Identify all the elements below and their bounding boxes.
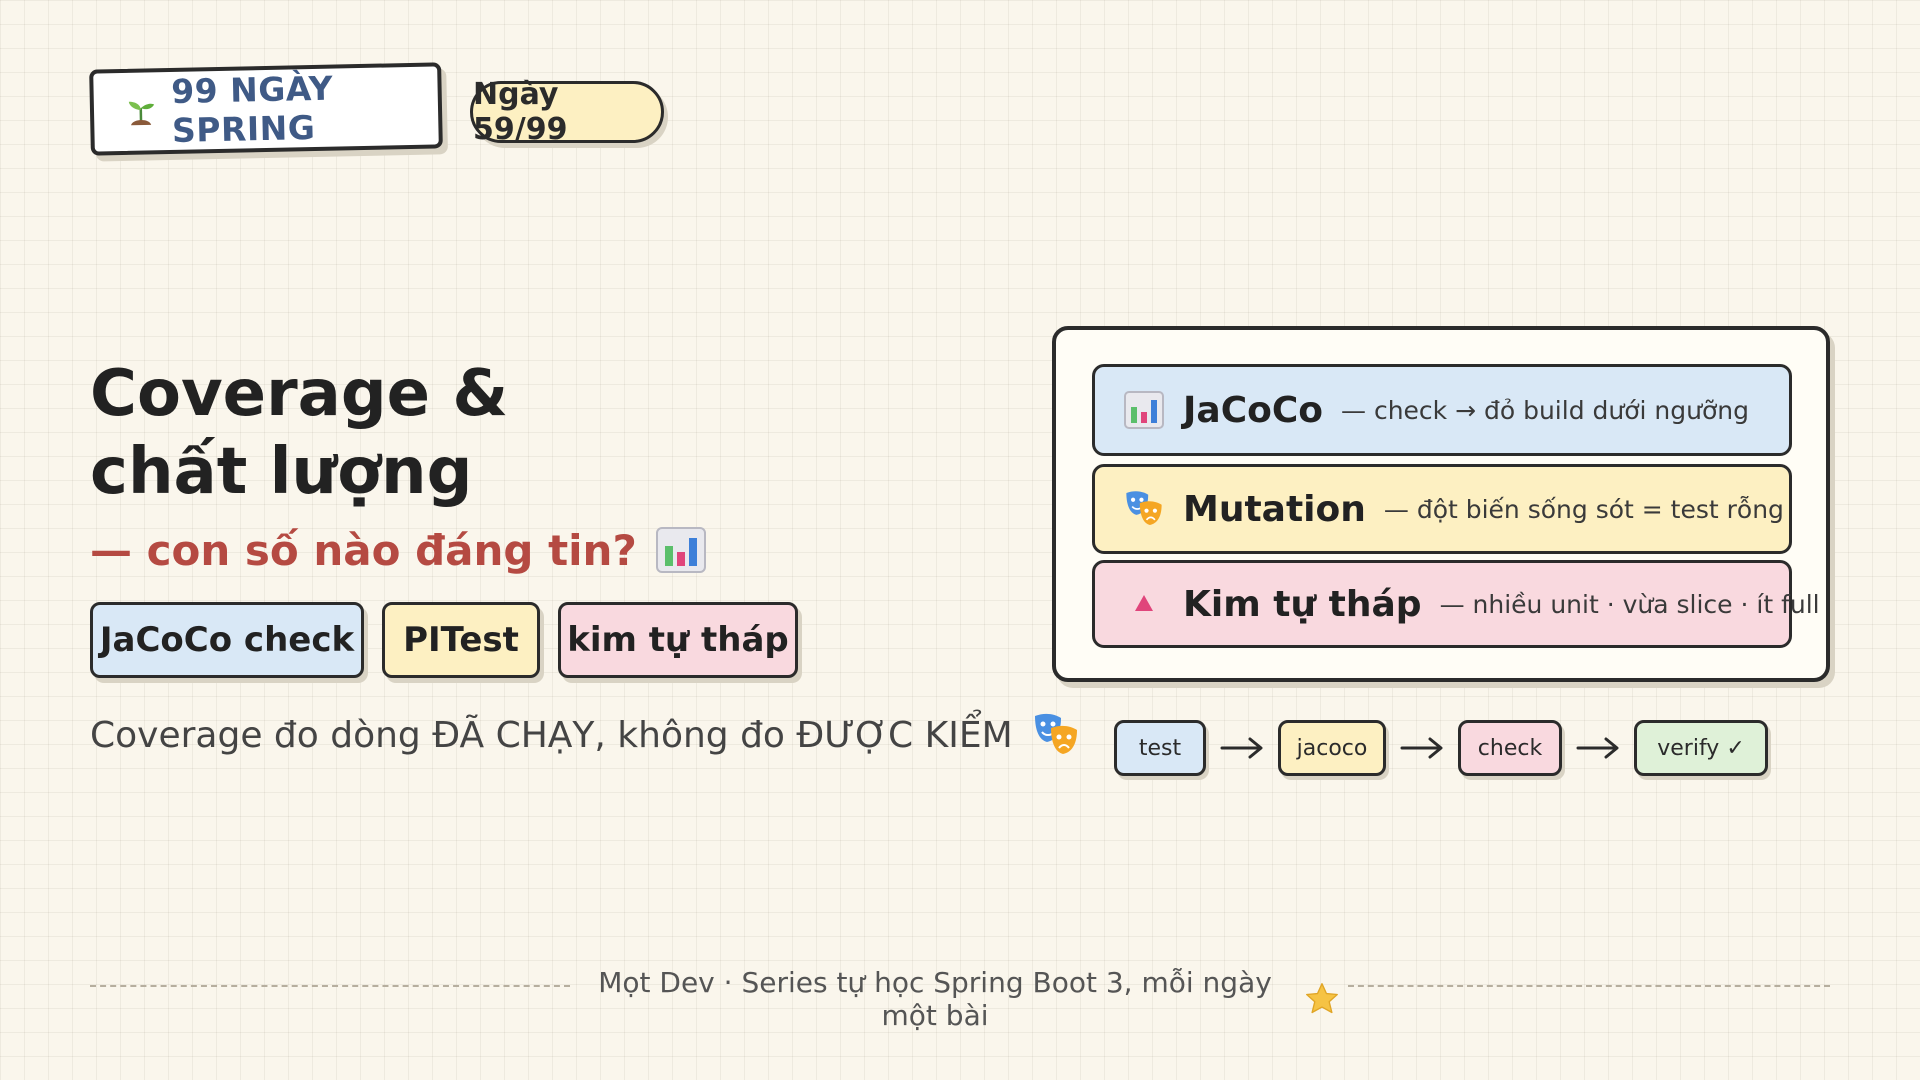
arrow-right-icon: [1220, 737, 1263, 759]
brand-title: 99 NGÀY SPRING: [170, 68, 334, 150]
page-title-line-2: chất lượng: [90, 435, 473, 509]
tag-kim-tu-thap: kim tự tháp: [558, 602, 798, 678]
theater-masks-icon: [1126, 491, 1162, 525]
panel-row-description: — nhiều unit · vừa slice · ít full: [1439, 589, 1820, 619]
pipeline-step-test: test: [1114, 720, 1206, 776]
page-title-line-1: Coverage &: [90, 357, 509, 431]
coverage-note-text: Coverage đo dòng ĐÃ CHẠY, không đo ĐƯỢC …: [90, 714, 1013, 756]
footer-divider-right: [1348, 985, 1830, 987]
pipeline-step-jacoco: jacoco: [1278, 720, 1386, 776]
star-icon: [1306, 983, 1338, 1014]
subtitle-text: — con số nào đáng tin?: [90, 525, 637, 575]
panel-row-title: JaCoCo: [1183, 389, 1323, 431]
bar-chart-icon: [1124, 391, 1164, 429]
tag-jacoco-check: JaCoCo check: [90, 602, 364, 678]
footer: Mọt Dev · Series tự học Spring Boot 3, m…: [580, 966, 1340, 1032]
subtitle: — con số nào đáng tin?: [90, 524, 707, 576]
sprout-icon: [128, 101, 155, 126]
coverage-note: Coverage đo dòng ĐÃ CHẠY, không đo ĐƯỢC …: [90, 710, 1081, 760]
tools-panel: JaCoCo — check → đỏ build dưới ngưỡng Mu…: [1052, 326, 1830, 682]
tag-pitest: PITest: [382, 602, 540, 678]
panel-row-title: Kim tự tháp: [1183, 583, 1422, 625]
panel-row-title: Mutation: [1183, 488, 1366, 530]
bar-chart-icon: [655, 527, 706, 573]
panel-row-mutation: Mutation — đột biến sống sót = test rỗng: [1092, 464, 1792, 554]
panel-row-pyramid: Kim tự tháp — nhiều unit · vừa slice · í…: [1092, 560, 1820, 648]
panel-row-description: — check → đỏ build dưới ngưỡng: [1341, 395, 1749, 425]
arrow-right-icon: [1400, 737, 1443, 759]
theater-masks-icon: [1034, 713, 1077, 754]
arrow-right-icon: [1576, 737, 1619, 759]
pipeline-step-check: check: [1458, 720, 1562, 776]
pink-triangle-icon: [1135, 595, 1153, 611]
footer-text: Mọt Dev · Series tự học Spring Boot 3, m…: [598, 966, 1272, 1032]
panel-row-description: — đột biến sống sót = test rỗng: [1383, 494, 1784, 524]
panel-row-jacoco: JaCoCo — check → đỏ build dưới ngưỡng: [1092, 364, 1792, 456]
pipeline-step-verify: verify ✓: [1634, 720, 1768, 776]
day-counter-badge: Ngày 59/99: [470, 77, 664, 147]
footer-divider-left: [90, 985, 570, 987]
brand-badge: 99 NGÀY SPRING: [89, 62, 443, 156]
